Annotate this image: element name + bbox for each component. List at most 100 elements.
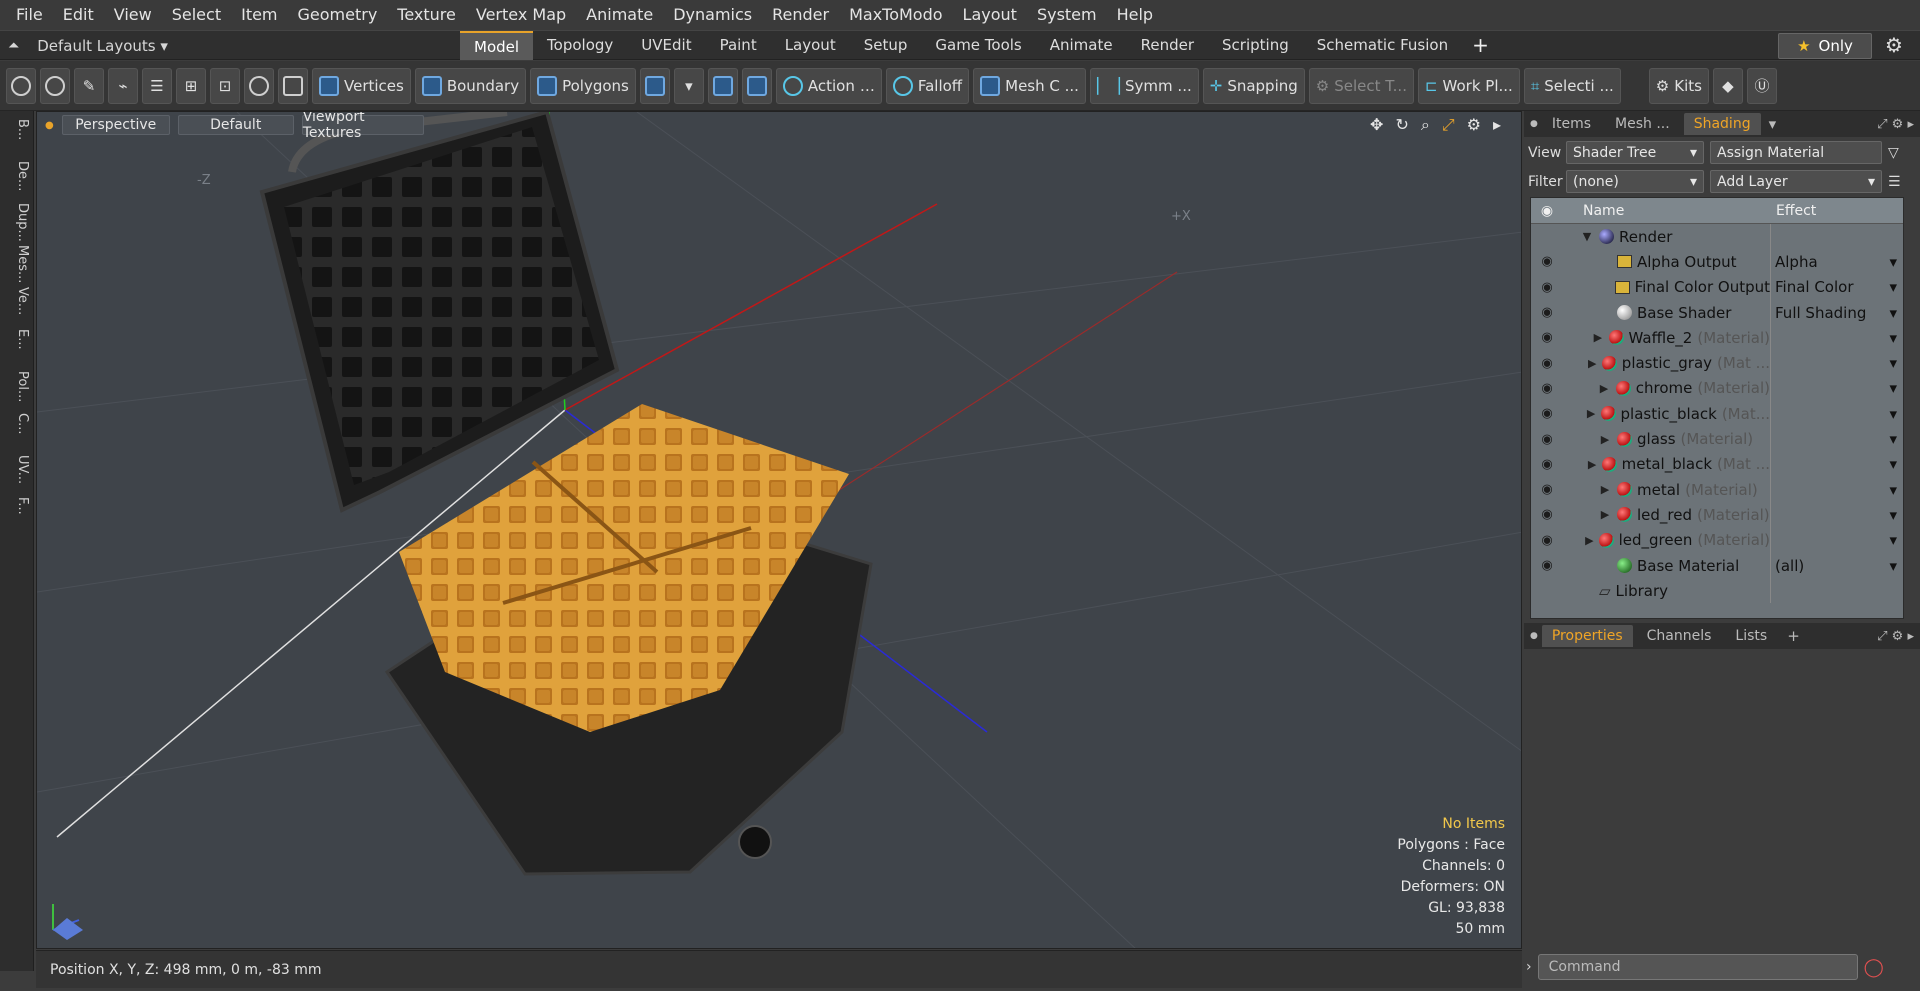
- eye-icon[interactable]: ◉: [1531, 254, 1563, 269]
- expand-arrow-icon[interactable]: ▶: [1597, 382, 1611, 395]
- funnel-icon[interactable]: ▽: [1888, 145, 1899, 161]
- maximize-icon[interactable]: ⤢: [1442, 115, 1455, 135]
- left-strip-tab-1[interactable]: De...: [4, 161, 30, 191]
- menu-file[interactable]: File: [6, 0, 53, 30]
- expand-arrow-icon[interactable]: ▶: [1598, 483, 1612, 496]
- add-tab-icon[interactable]: +: [1462, 31, 1499, 61]
- left-strip-tab-8[interactable]: UV...: [4, 455, 30, 484]
- eye-icon[interactable]: ◉: [1531, 305, 1563, 320]
- eye-icon[interactable]: ◉: [1531, 507, 1563, 522]
- eye-icon[interactable]: ◉: [1531, 381, 1563, 396]
- panel-tab-channels[interactable]: Channels: [1637, 625, 1722, 647]
- polygons-button[interactable]: Polygons: [530, 67, 636, 104]
- eye-icon[interactable]: ◉: [1531, 330, 1563, 345]
- tab-uvedit[interactable]: UVEdit: [627, 31, 705, 60]
- add-panel-tab-icon[interactable]: +: [1787, 627, 1800, 645]
- layout-up-icon[interactable]: ⏶: [8, 38, 19, 54]
- effect-dropdown[interactable]: ▾: [1770, 325, 1903, 351]
- action-button[interactable]: Action …: [775, 67, 882, 104]
- pen-icon[interactable]: ✎: [74, 67, 104, 104]
- tree-row-chrome[interactable]: ◉ ▶ chrome (Material) ▾: [1531, 375, 1903, 402]
- effect-dropdown[interactable]: (all) ▾: [1770, 552, 1903, 579]
- tab-layout[interactable]: Layout: [771, 31, 850, 60]
- expand-arrow-icon[interactable]: ▶: [1588, 357, 1597, 370]
- menu-select[interactable]: Select: [162, 0, 231, 30]
- eye-icon[interactable]: ◉: [1531, 482, 1563, 497]
- menu-edit[interactable]: Edit: [53, 0, 104, 30]
- grid-icon[interactable]: ⊞: [176, 67, 206, 104]
- tab-setup[interactable]: Setup: [850, 31, 922, 60]
- panel-dot-icon[interactable]: ●: [1530, 631, 1538, 641]
- default-layouts-dropdown[interactable]: Default Layouts ▾: [37, 37, 168, 55]
- boundary-button[interactable]: Boundary: [414, 67, 527, 104]
- menu-texture[interactable]: Texture: [387, 0, 466, 30]
- effect-dropdown[interactable]: ▾: [1770, 426, 1903, 452]
- unity-icon[interactable]: ◆: [1712, 67, 1743, 104]
- tab-game-tools[interactable]: Game Tools: [921, 31, 1035, 60]
- play-arrow-icon[interactable]: ▸: [1493, 115, 1501, 135]
- left-strip-tab-7[interactable]: C...: [4, 413, 30, 434]
- tree-row-metal[interactable]: ◉ ▶ metal (Material) ▾: [1531, 476, 1903, 503]
- view-dropdown[interactable]: Shader Tree ▾: [1566, 141, 1704, 164]
- effect-dropdown[interactable]: Alpha ▾: [1770, 249, 1903, 275]
- filter-dropdown[interactable]: (none) ▾: [1566, 170, 1704, 193]
- effect-dropdown[interactable]: ▾: [1770, 502, 1903, 528]
- tree-row-plastic-black[interactable]: ◉ ▶ plastic_black (Mat... ▾: [1531, 401, 1903, 427]
- selection-sets-button[interactable]: ⌗ Selecti ...: [1523, 67, 1621, 104]
- expand-arrow-icon[interactable]: ▶: [1598, 508, 1612, 521]
- align-icon[interactable]: ☰: [142, 67, 172, 104]
- move-view-icon[interactable]: ✥: [1370, 115, 1383, 135]
- perspective-button[interactable]: Perspective: [61, 115, 170, 135]
- falloff-button[interactable]: Falloff: [885, 67, 970, 104]
- tree-row-waffle-2[interactable]: ◉ ▶ Waffle_2 (Material) ▾: [1531, 325, 1903, 351]
- menu-dynamics[interactable]: Dynamics: [663, 0, 762, 30]
- tab-model[interactable]: Model: [460, 31, 534, 60]
- viewport-textures-button[interactable]: Viewport Textures: [301, 112, 424, 141]
- add-layer-dropdown[interactable]: Add Layer ▾: [1710, 170, 1882, 193]
- panel-tab-items[interactable]: Items: [1542, 113, 1601, 135]
- tab-paint[interactable]: Paint: [706, 31, 771, 60]
- unreal-icon[interactable]: Ⓤ: [1746, 67, 1777, 104]
- eye-icon[interactable]: ◉: [1531, 558, 1563, 573]
- effect-dropdown[interactable]: Full Shading ▾: [1770, 299, 1903, 326]
- kits-button[interactable]: ⚙ Kits: [1648, 67, 1709, 104]
- expand-arrow-icon[interactable]: ▶: [1592, 331, 1603, 344]
- eye-icon[interactable]: ◉: [1531, 356, 1563, 371]
- eye-icon[interactable]: ◉: [1531, 533, 1563, 548]
- dial-knob[interactable]: [738, 825, 772, 859]
- tree-row-base-shader[interactable]: ◉ Base Shader Full Shading ▾: [1531, 299, 1903, 326]
- only-toggle[interactable]: ★ Only: [1778, 33, 1872, 59]
- tree-row-library[interactable]: ▱ Library: [1531, 578, 1903, 604]
- frame-icon[interactable]: ⊡: [210, 67, 240, 104]
- items-mode-icon[interactable]: [639, 67, 670, 104]
- expand-arrow-icon[interactable]: ▼: [1580, 230, 1594, 243]
- tab-topology[interactable]: Topology: [533, 31, 627, 60]
- cube-icon[interactable]: [278, 67, 308, 104]
- left-strip-tab-2[interactable]: Dup...: [4, 203, 30, 242]
- panel-expand-icon[interactable]: ⤢ ⚙ ▸: [1877, 629, 1914, 644]
- left-strip-tab-5[interactable]: E...: [4, 329, 30, 350]
- menu-system[interactable]: System: [1027, 0, 1107, 30]
- list-icon[interactable]: ☰: [1888, 174, 1901, 190]
- viewport-dot-icon[interactable]: ●: [45, 120, 54, 131]
- tab-render[interactable]: Render: [1127, 31, 1208, 60]
- command-input[interactable]: Command: [1537, 954, 1858, 980]
- assign-material-button[interactable]: Assign Material: [1710, 141, 1882, 164]
- brush-icon[interactable]: ⌁: [108, 67, 138, 104]
- expand-arrow-icon[interactable]: ▶: [1587, 407, 1596, 420]
- menu-geometry[interactable]: Geometry: [288, 0, 388, 30]
- panel-tab-menu-icon[interactable]: ▾: [1769, 115, 1777, 133]
- snapping-button[interactable]: ✛ Snapping: [1202, 67, 1305, 104]
- viewport-canvas[interactable]: -Z +X: [37, 112, 1522, 949]
- effect-dropdown[interactable]: ▾: [1770, 350, 1903, 376]
- left-strip-tab-9[interactable]: F...: [4, 497, 30, 515]
- symmetry-button[interactable]: ▏▕ Symm ...: [1089, 67, 1199, 104]
- tree-row-alpha-output[interactable]: ◉ Alpha Output Alpha ▾: [1531, 249, 1903, 275]
- tab-animate[interactable]: Animate: [1036, 31, 1127, 60]
- effect-dropdown[interactable]: ▾: [1770, 527, 1903, 553]
- tab-scripting[interactable]: Scripting: [1208, 31, 1303, 60]
- shield-icon[interactable]: [707, 67, 738, 104]
- menu-animate[interactable]: Animate: [576, 0, 663, 30]
- menu-render[interactable]: Render: [762, 0, 839, 30]
- tree-row-plastic-gray[interactable]: ◉ ▶ plastic_gray (Mat ... ▾: [1531, 350, 1903, 376]
